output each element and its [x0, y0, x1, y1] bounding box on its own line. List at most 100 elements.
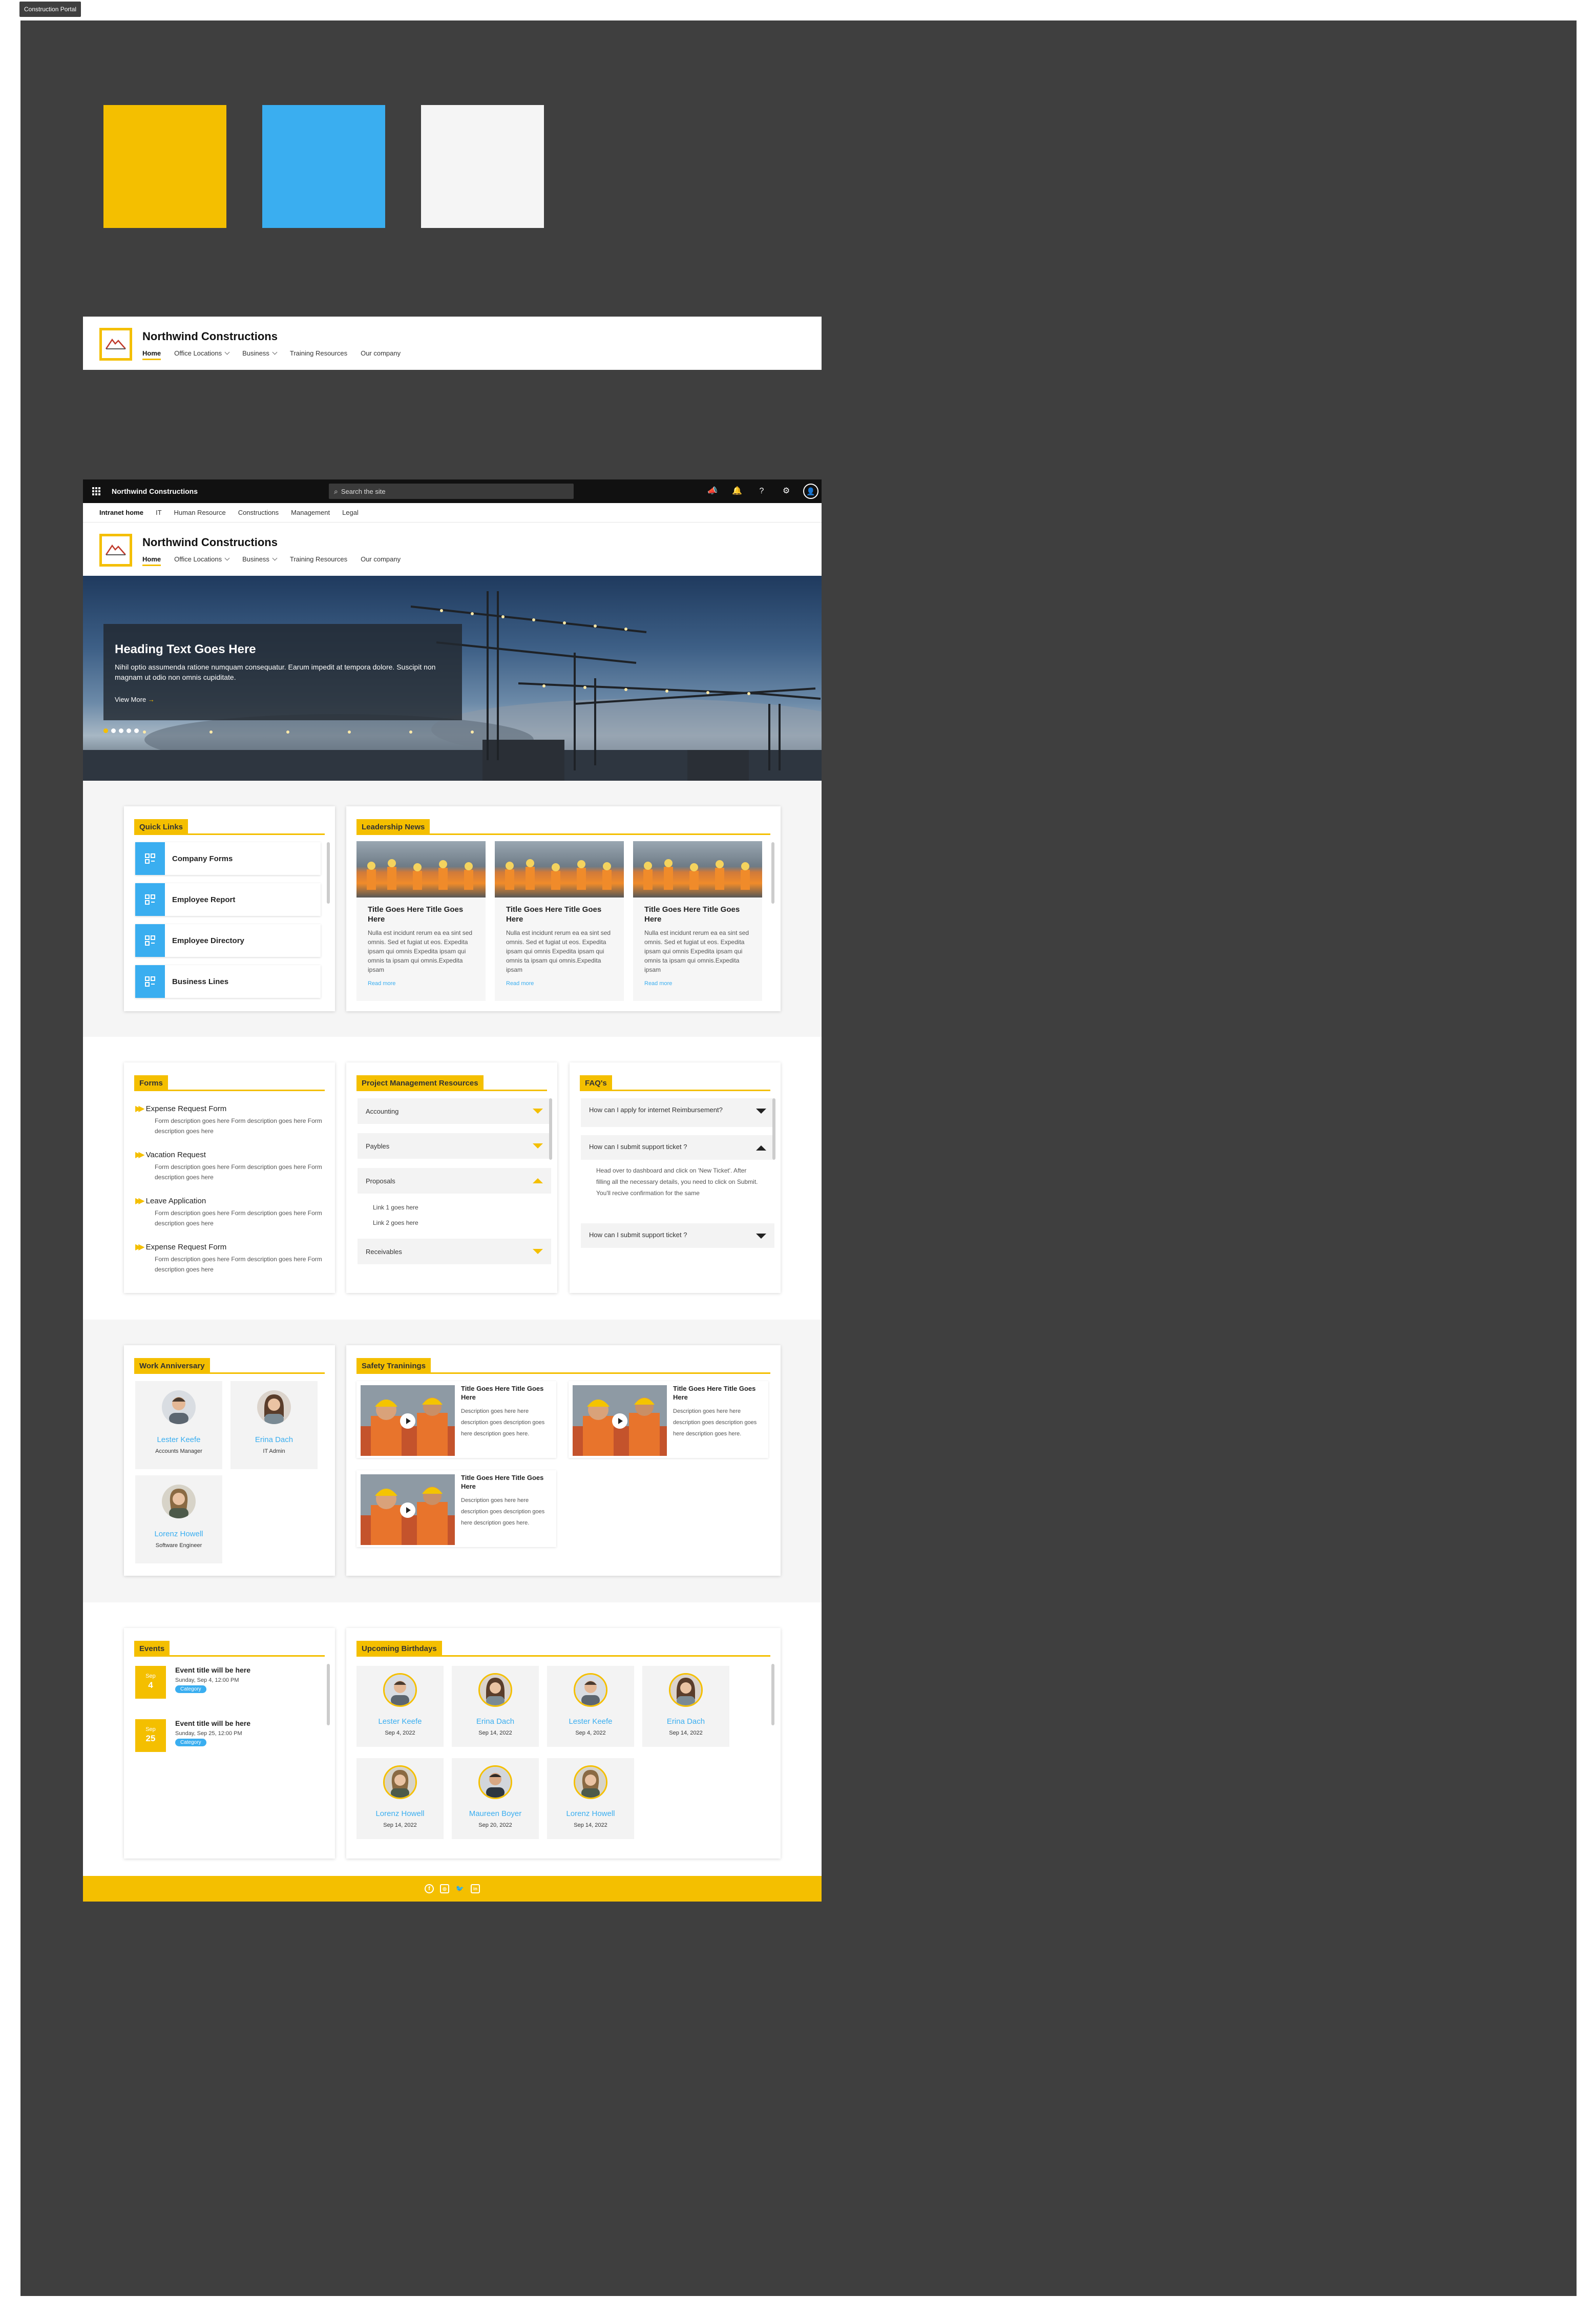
- hub-nav-human-resource[interactable]: Human Resource: [174, 509, 226, 516]
- form-item[interactable]: ▶▶ Vacation Request Form description goes…: [135, 1150, 330, 1182]
- hub-nav-legal[interactable]: Legal: [342, 509, 359, 516]
- birthday-item[interactable]: Erina Dach Sep 14, 2022: [452, 1666, 539, 1747]
- carousel-dot[interactable]: [119, 728, 123, 733]
- settings-icon[interactable]: ⚙: [779, 484, 794, 499]
- scrollbar[interactable]: [772, 1098, 775, 1160]
- news-title[interactable]: Title Goes Here Title Goes Here: [644, 905, 751, 924]
- news-item[interactable]: Title Goes Here Title Goes Here Nulla es…: [356, 841, 486, 1001]
- faq-item[interactable]: How can I apply for internet Reimburseme…: [581, 1098, 774, 1127]
- carousel-dot[interactable]: [103, 728, 108, 733]
- birthday-name: Lorenz Howell: [375, 1809, 425, 1818]
- read-more-link[interactable]: Read more: [506, 980, 613, 987]
- megaphone-icon[interactable]: 📣: [705, 484, 720, 499]
- faq-item-expanded[interactable]: How can I submit support ticket ?: [581, 1135, 774, 1160]
- bell-icon[interactable]: 🔔: [729, 484, 745, 499]
- event-item[interactable]: Sep 25 Event title will be here Sunday, S…: [135, 1719, 320, 1753]
- birthday-item[interactable]: Lester Keefe Sep 4, 2022: [356, 1666, 444, 1747]
- carousel-dot[interactable]: [111, 728, 116, 733]
- nav-business[interactable]: Business: [242, 349, 278, 360]
- chevron-down-icon: [272, 555, 278, 561]
- play-icon[interactable]: [612, 1413, 627, 1429]
- scrollbar[interactable]: [771, 842, 774, 904]
- form-item[interactable]: ▶▶ Expense Request Form Form description …: [135, 1242, 330, 1275]
- birthday-date: Sep 20, 2022: [478, 1822, 512, 1828]
- accordion-accounting[interactable]: Accounting: [358, 1098, 551, 1124]
- suite-title[interactable]: Northwind Constructions: [112, 487, 198, 495]
- play-icon[interactable]: [400, 1413, 415, 1429]
- form-item[interactable]: ▶▶ Leave Application Form description goe…: [135, 1196, 330, 1228]
- quick-link-label: Business Lines: [172, 977, 229, 986]
- carousel-dot[interactable]: [134, 728, 139, 733]
- hub-nav-intranet-home[interactable]: Intranet home: [99, 509, 143, 516]
- nav-office-locations[interactable]: Office Locations: [174, 349, 230, 360]
- scrollbar[interactable]: [549, 1098, 552, 1160]
- nav-training-resources[interactable]: Training Resources: [290, 349, 347, 360]
- nav-home[interactable]: Home: [142, 555, 161, 566]
- company-logo[interactable]: [99, 534, 132, 567]
- form-item[interactable]: ▶▶ Expense Request Form Form description …: [135, 1103, 330, 1136]
- birthday-item[interactable]: Maureen Boyer Sep 20, 2022: [452, 1758, 539, 1839]
- nav-training-resources[interactable]: Training Resources: [290, 555, 347, 566]
- faq-item[interactable]: How can I submit support ticket ?: [581, 1223, 774, 1248]
- resource-link[interactable]: Link 1 goes here: [373, 1204, 418, 1211]
- facebook-icon[interactable]: f: [425, 1884, 434, 1893]
- employee-card[interactable]: Lorenz Howell Software Engineer: [135, 1475, 222, 1563]
- news-title[interactable]: Title Goes Here Title Goes Here: [506, 905, 613, 924]
- resource-link[interactable]: Link 2 goes here: [373, 1219, 418, 1226]
- birthday-date: Sep 14, 2022: [574, 1822, 607, 1828]
- play-icon[interactable]: [400, 1502, 415, 1518]
- scrollbar[interactable]: [771, 1664, 774, 1725]
- app-launcher-icon[interactable]: [92, 487, 100, 495]
- scrollbar[interactable]: [327, 1664, 330, 1725]
- user-avatar-icon[interactable]: 👤: [803, 484, 818, 499]
- hub-nav-management[interactable]: Management: [291, 509, 330, 516]
- site-title[interactable]: Northwind Constructions: [142, 330, 414, 343]
- hub-nav-it[interactable]: IT: [156, 509, 162, 516]
- quick-link-company-forms[interactable]: Company Forms: [135, 842, 321, 875]
- read-more-link[interactable]: Read more: [644, 980, 751, 987]
- hub-nav-constructions[interactable]: Constructions: [238, 509, 279, 516]
- employee-card[interactable]: Erina Dach IT Admin: [230, 1381, 318, 1469]
- accordion-receivables[interactable]: Receivables: [358, 1239, 551, 1264]
- event-item[interactable]: Sep 4 Event title will be here Sunday, Se…: [135, 1666, 320, 1700]
- quick-link-business-lines[interactable]: Business Lines: [135, 965, 321, 998]
- linkedin-icon[interactable]: in: [471, 1884, 480, 1893]
- training-item[interactable]: Title Goes Here Title Goes Here Descript…: [569, 1381, 768, 1458]
- birthdays-title: Upcoming Birthdays: [356, 1641, 442, 1657]
- birthday-item[interactable]: Lorenz Howell Sep 14, 2022: [356, 1758, 444, 1839]
- birthday-name: Maureen Boyer: [469, 1809, 522, 1818]
- site-nav: Home Office Locations Business Training …: [142, 555, 414, 566]
- accordion-paybles[interactable]: Paybles: [358, 1133, 551, 1159]
- accordion-proposals[interactable]: Proposals: [358, 1168, 551, 1194]
- read-more-link[interactable]: Read more: [368, 980, 474, 987]
- site-title[interactable]: Northwind Constructions: [142, 536, 414, 549]
- avatar: [162, 1390, 196, 1424]
- instagram-icon[interactable]: ◎: [440, 1884, 449, 1893]
- news-item[interactable]: Title Goes Here Title Goes Here Nulla es…: [495, 841, 624, 1001]
- employee-card[interactable]: Lester Keefe Accounts Manager: [135, 1381, 222, 1469]
- scrollbar[interactable]: [327, 842, 330, 904]
- help-icon[interactable]: ?: [754, 484, 769, 499]
- nav-business[interactable]: Business: [242, 555, 278, 566]
- search-input[interactable]: ⌕ Search the site: [329, 484, 574, 499]
- news-title[interactable]: Title Goes Here Title Goes Here: [368, 905, 474, 924]
- carousel-dot[interactable]: [127, 728, 131, 733]
- training-item[interactable]: Title Goes Here Title Goes Here Descript…: [356, 1381, 556, 1458]
- view-more-link[interactable]: View More →: [115, 696, 451, 703]
- quick-link-employee-report[interactable]: Employee Report: [135, 883, 321, 916]
- employee-name: Lester Keefe: [157, 1435, 201, 1444]
- company-logo[interactable]: [99, 328, 132, 361]
- twitter-icon[interactable]: 🐦: [455, 1884, 465, 1893]
- birthday-item[interactable]: Lorenz Howell Sep 14, 2022: [547, 1758, 634, 1839]
- birthday-item[interactable]: Lester Keefe Sep 4, 2022: [547, 1666, 634, 1747]
- birthday-item[interactable]: Erina Dach Sep 14, 2022: [642, 1666, 729, 1747]
- nav-our-company[interactable]: Our company: [361, 555, 401, 566]
- nav-home[interactable]: Home: [142, 349, 161, 360]
- suite-bar: Northwind Constructions ⌕ Search the site…: [83, 479, 822, 503]
- news-item[interactable]: Title Goes Here Title Goes Here Nulla es…: [633, 841, 762, 1001]
- training-item[interactable]: Title Goes Here Title Goes Here Descript…: [356, 1470, 556, 1547]
- caret-down-icon: [533, 1249, 543, 1254]
- nav-our-company[interactable]: Our company: [361, 349, 401, 360]
- nav-office-locations[interactable]: Office Locations: [174, 555, 230, 566]
- quick-link-employee-directory[interactable]: Employee Directory: [135, 924, 321, 957]
